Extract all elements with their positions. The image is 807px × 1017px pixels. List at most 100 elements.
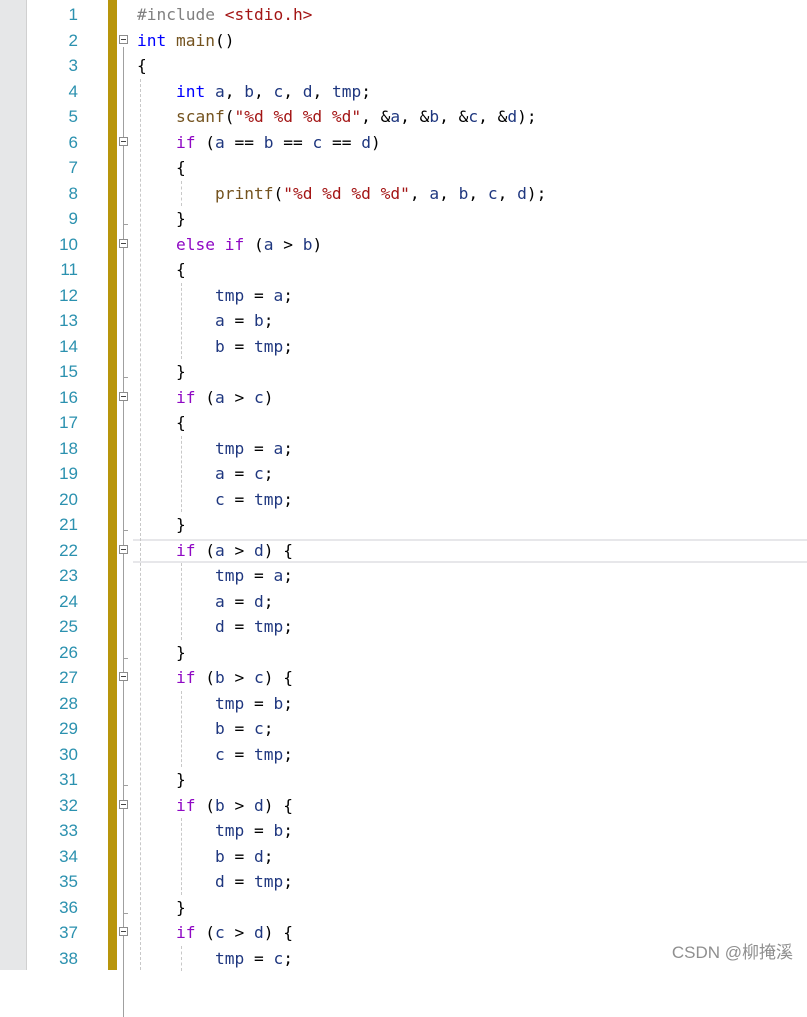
code-editor[interactable]: 1 #include <stdio.h> 2 int main() 3{4 int a,… — [0, 0, 807, 1017]
collapse-toggle-icon[interactable] — [119, 799, 128, 809]
code-line[interactable]: 26 } — [0, 640, 807, 666]
code-text[interactable]: } — [137, 512, 186, 538]
code-text[interactable]: scanf("%d %d %d %d", &a, &b, &c, &d); — [137, 104, 537, 130]
code-text[interactable]: if (b > c) { — [137, 665, 293, 691]
code-line[interactable]: 32 if (b > d) { — [0, 793, 807, 819]
code-text[interactable]: d = tmp; — [137, 614, 293, 640]
code-line[interactable]: 36 } — [0, 895, 807, 921]
code-token: () — [214, 30, 235, 50]
line-number: 14 — [59, 336, 78, 356]
code-text[interactable]: tmp = a; — [137, 563, 293, 589]
code-text[interactable]: { — [137, 53, 147, 79]
code-text[interactable]: } — [137, 767, 186, 793]
code-text[interactable]: a = c; — [137, 461, 274, 487]
code-line[interactable]: 31 } — [0, 767, 807, 793]
code-text[interactable]: b = d; — [137, 844, 274, 870]
code-token: = — [244, 285, 274, 305]
code-text[interactable]: } — [137, 640, 186, 666]
code-text[interactable]: { — [137, 257, 186, 283]
collapse-toggle-icon[interactable] — [119, 391, 128, 401]
code-text[interactable]: b = c; — [137, 716, 274, 742]
line-number: 4 — [68, 81, 78, 101]
code-text[interactable]: { — [137, 410, 186, 436]
code-text[interactable]: } — [137, 895, 186, 921]
code-token: c — [487, 183, 498, 203]
code-text[interactable]: if (a > c) — [137, 385, 274, 411]
code-text[interactable]: b = tmp; — [137, 334, 293, 360]
code-text[interactable]: tmp = b; — [137, 691, 293, 717]
code-text[interactable]: printf("%d %d %d %d", a, b, c, d); — [137, 181, 546, 207]
code-token: a — [214, 540, 225, 560]
code-line[interactable]: 27 if (b > c) { — [0, 665, 807, 691]
code-line[interactable]: 13 a = b; — [0, 308, 807, 334]
code-text[interactable]: tmp = a; — [137, 436, 293, 462]
collapse-toggle-icon[interactable] — [119, 136, 128, 146]
code-line[interactable]: 14 b = tmp; — [0, 334, 807, 360]
code-text[interactable]: d = tmp; — [137, 869, 293, 895]
code-line[interactable]: 24 a = d; — [0, 589, 807, 615]
code-line[interactable]: 34 b = d; — [0, 844, 807, 870]
code-line[interactable]: 23 tmp = a; — [0, 563, 807, 589]
code-token: <stdio.h> — [224, 5, 313, 24]
collapse-toggle-icon[interactable] — [119, 927, 128, 936]
code-text[interactable]: } — [137, 359, 186, 385]
code-text[interactable]: if (a > d) { — [137, 538, 293, 564]
collapse-toggle-icon[interactable] — [119, 544, 128, 554]
code-text[interactable]: int a, b, c, d, tmp; — [137, 79, 371, 105]
code-line[interactable]: 16 if (a > c) — [0, 385, 807, 411]
code-line[interactable]: 29 b = c; — [0, 716, 807, 742]
code-text[interactable]: tmp = b; — [137, 818, 293, 844]
code-line[interactable]: 11 { — [0, 257, 807, 283]
code-line[interactable]: 33 tmp = b; — [0, 818, 807, 844]
code-text[interactable]: a = b; — [137, 308, 274, 334]
code-text[interactable]: tmp = a; — [137, 283, 293, 309]
code-line[interactable]: 12 tmp = a; — [0, 283, 807, 309]
code-text[interactable]: c = tmp; — [137, 487, 293, 513]
line-number: 3 — [68, 56, 78, 75]
code-text[interactable]: if (b > d) { — [137, 793, 293, 819]
code-line[interactable]: 2 int main() — [0, 28, 807, 54]
code-line[interactable]: 25 d = tmp; — [0, 614, 807, 640]
code-line[interactable]: 5 scanf("%d %d %d %d", &a, &b, &c, &d); — [0, 104, 807, 130]
code-line[interactable]: 21 } — [0, 512, 807, 538]
code-line[interactable]: 20 c = tmp; — [0, 487, 807, 513]
code-text[interactable]: if (a == b == c == d) — [137, 130, 381, 156]
code-line[interactable]: 22 if (a > d) { — [0, 538, 807, 564]
code-line[interactable]: 3{ — [0, 53, 807, 79]
collapse-toggle-icon[interactable] — [119, 238, 128, 248]
code-line[interactable]: 8 printf("%d %d %d %d", a, b, c, d); — [0, 181, 807, 207]
code-text[interactable]: tmp = c; — [137, 946, 293, 972]
code-line[interactable]: 10 else if (a > b) — [0, 232, 807, 258]
code-line[interactable]: 28 tmp = b; — [0, 691, 807, 717]
code-line[interactable]: 9 } — [0, 206, 807, 232]
code-line[interactable]: 6 if (a == b == c == d) — [0, 130, 807, 156]
code-token: = — [244, 821, 274, 840]
code-text[interactable]: int main() — [137, 28, 234, 54]
code-text[interactable]: else if (a > b) — [137, 232, 322, 258]
code-token: b — [429, 107, 440, 126]
code-line[interactable]: 4 int a, b, c, d, tmp; — [0, 79, 807, 105]
code-token: , — [283, 81, 303, 101]
collapse-toggle-icon[interactable] — [119, 672, 128, 681]
collapse-toggle-icon[interactable] — [119, 34, 128, 44]
code-text[interactable]: { — [137, 155, 186, 181]
code-line[interactable]: 17 { — [0, 410, 807, 436]
code-text[interactable]: if (c > d) { — [137, 920, 293, 946]
code-line[interactable]: 19 a = c; — [0, 461, 807, 487]
code-token: , — [439, 183, 459, 203]
code-text[interactable]: c = tmp; — [137, 742, 293, 768]
code-line[interactable]: 18 tmp = a; — [0, 436, 807, 462]
code-line[interactable]: 30 c = tmp; — [0, 742, 807, 768]
code-token: d — [517, 183, 527, 203]
code-token: b — [214, 795, 225, 815]
line-number: 1 — [68, 5, 78, 24]
code-text[interactable]: a = d; — [137, 589, 274, 615]
code-line[interactable]: 15 } — [0, 359, 807, 385]
code-text[interactable]: } — [137, 206, 186, 232]
code-line[interactable]: 35 d = tmp; — [0, 869, 807, 895]
code-line[interactable]: 7 { — [0, 155, 807, 181]
code-text[interactable]: #include <stdio.h> — [137, 2, 312, 28]
code-line[interactable]: 1 #include <stdio.h> — [0, 2, 807, 28]
